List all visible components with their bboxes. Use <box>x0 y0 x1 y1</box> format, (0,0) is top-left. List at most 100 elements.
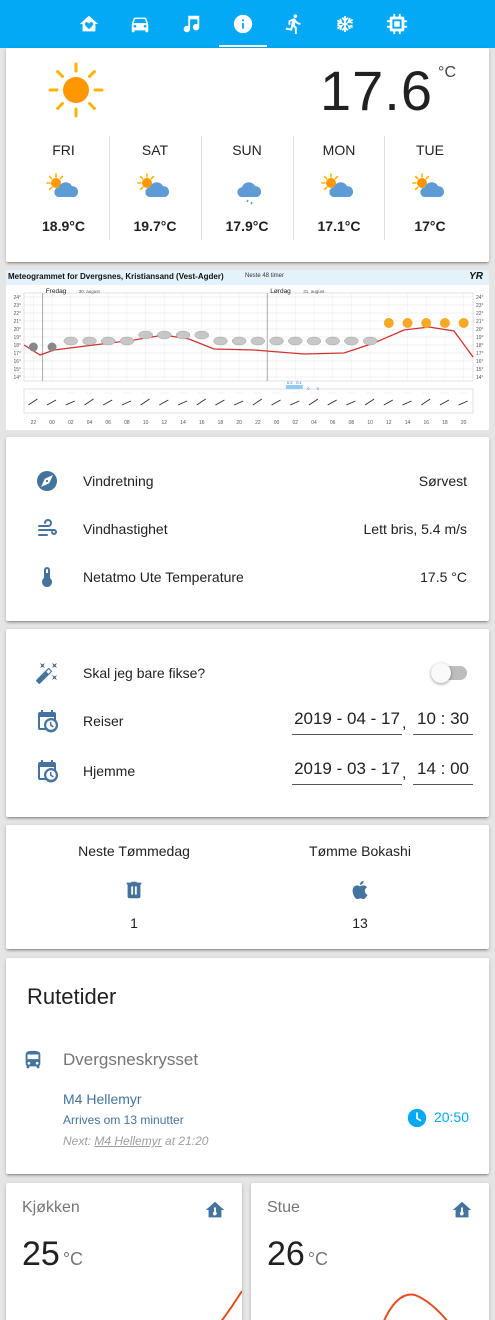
compass-icon <box>37 471 57 491</box>
forecast-day-label: SUN <box>232 142 262 158</box>
next-departure: Next: M4 Hellemyr at 21:20 <box>63 1134 208 1148</box>
current-temperature: 17.6 <box>320 59 433 122</box>
x-tick-label: 12 <box>386 420 392 426</box>
forecast-day-label: MON <box>322 142 356 158</box>
y-tick-right: 22° <box>476 311 484 317</box>
wind-arrow <box>421 398 431 406</box>
weather-forecast-card: 17.6 °C FRI 18.9°C SAT 19.7°C SUN 17.9°C MON 17… <box>6 48 489 262</box>
y-tick-right: 21° <box>476 319 484 325</box>
thermometer-icon <box>42 567 52 587</box>
sun-icon <box>46 60 106 120</box>
sensor-card-kjokken[interactable]: Kjøkken 25 °C <box>6 1183 242 1320</box>
meteogram-chart: 24° 24° 23° 23° 22° 22° 21° 21° 20° 20° 19° 19° 18° 1… <box>13 288 484 426</box>
date-time-separator: , <box>402 715 407 732</box>
reiser-time-input[interactable]: 10 : 30 <box>413 707 473 735</box>
x-tick-label: 16 <box>423 420 429 426</box>
sun-icon <box>383 318 394 328</box>
garbage-item-tommedag[interactable]: Neste Tømmedag 1 <box>34 825 234 931</box>
wind-arrow <box>196 398 206 406</box>
sun-icon <box>439 318 450 328</box>
forecast-temp: 19.7°C <box>133 218 177 234</box>
x-tick-label: 02 <box>292 420 298 426</box>
information-icon <box>233 14 253 34</box>
entity-name: Vindretning <box>83 473 154 489</box>
wind-arrow <box>308 398 319 406</box>
entity-row-vindretning[interactable]: Vindretning Sørvest <box>6 461 489 501</box>
tab-music[interactable] <box>165 0 217 48</box>
toggle-thumb[interactable] <box>431 663 451 683</box>
departure-line[interactable]: M4 Hellemyr <box>63 1091 142 1107</box>
reiser-date-input[interactable]: 2019 - 04 - 17 <box>292 707 402 735</box>
tab-snowflake[interactable] <box>319 0 371 48</box>
weather-entities-card: Vindretning Sørvest Vindhastighet Lett b… <box>6 437 489 621</box>
moon-icon <box>28 342 38 352</box>
x-tick-label: 08 <box>349 420 355 426</box>
card-title: Rutetider <box>27 984 117 1009</box>
hjemme-date-input[interactable]: 2019 - 03 - 17 <box>292 757 402 785</box>
next-suffix: at 21:20 <box>165 1134 209 1148</box>
cloud-icon <box>100 336 116 346</box>
tab-chip[interactable] <box>371 0 423 48</box>
next-line-link[interactable]: M4 Hellemyr <box>94 1134 161 1148</box>
wind-arrow <box>252 398 263 406</box>
forecast-temp: 18.9°C <box>42 218 85 234</box>
sensor-card-stue[interactable]: Stue 26 °C <box>251 1183 489 1320</box>
home-heart-icon <box>79 15 99 32</box>
wind-arrow <box>84 398 94 406</box>
forecast-temp: 17°C <box>414 218 446 234</box>
auto-fix-wand-icon <box>36 663 57 684</box>
date-time-separator: , <box>402 765 407 782</box>
cloud-icon <box>213 336 228 346</box>
day-date: 31. august <box>303 289 325 294</box>
x-tick-label: 14 <box>180 420 186 426</box>
day-date: 30. august <box>79 289 101 294</box>
rutetider-card: Rutetider Dvergsneskrysset M4 Hellemyr A… <box>6 958 489 1174</box>
cloud-icon <box>306 336 322 346</box>
departure-time: 20:50 <box>433 1109 469 1125</box>
x-tick-label: 16 <box>199 420 205 426</box>
y-tick-left: 21° <box>13 319 21 325</box>
tab-car[interactable] <box>114 0 166 48</box>
y-tick-left: 17° <box>13 351 21 357</box>
day-label: Lørdag <box>270 288 291 295</box>
x-tick-label: 18 <box>442 420 448 426</box>
precip-bar <box>285 385 303 389</box>
cloud-icon <box>119 336 135 346</box>
cloud-icon <box>250 336 266 346</box>
y-tick-left: 15° <box>13 367 21 373</box>
schedule-controls-card: Skal jeg bare fikse? Reiser 2019 - 04 - … <box>6 629 489 817</box>
wind-arrow <box>28 398 38 406</box>
tab-run[interactable] <box>268 0 320 48</box>
temperature-unit: °C <box>438 64 456 81</box>
tab-information[interactable] <box>217 0 269 48</box>
cloud-icon <box>138 330 153 340</box>
forecast-day-sat: SAT 19.7°C <box>109 136 200 240</box>
tab-home-heart[interactable] <box>63 0 115 48</box>
entity-value: Sørvest <box>418 473 467 489</box>
wind-arrow <box>102 399 113 406</box>
cloud-icon <box>288 336 303 346</box>
forecast-day-label: SAT <box>141 142 169 158</box>
garbage-label: Tømme Bokashi <box>309 843 411 859</box>
forecast-day-tue: TUE 17°C <box>384 136 475 240</box>
rainy-cloud-icon <box>202 168 292 208</box>
entity-name: Netatmo Ute Temperature <box>83 569 244 585</box>
x-tick-label: 20 <box>236 420 242 426</box>
garbage-item-bokashi[interactable]: Tømme Bokashi 13 <box>260 825 460 931</box>
entity-row-vindhastighet[interactable]: Vindhastighet Lett bris, 5.4 m/s <box>6 509 489 549</box>
entity-value: 17.5 °C <box>420 569 467 585</box>
sensor-history-graph <box>220 1290 242 1320</box>
precip-label: 0 <box>307 386 310 391</box>
wind-arrow <box>383 399 394 406</box>
wind-arrow <box>327 399 337 406</box>
sensor-history-graph <box>383 1293 448 1320</box>
hjemme-time-input[interactable]: 14 : 00 <box>413 757 473 785</box>
wind-arrow <box>364 398 375 406</box>
cloud-icon <box>231 336 247 346</box>
y-tick-left: 24° <box>13 295 21 301</box>
moon-icon <box>47 342 57 352</box>
next-prefix: Next: <box>63 1134 92 1148</box>
run-icon <box>285 14 301 34</box>
toggle-row: Skal jeg bare fikse? <box>6 653 489 693</box>
entity-row-netatmo-temperature[interactable]: Netatmo Ute Temperature 17.5 °C <box>6 557 489 597</box>
